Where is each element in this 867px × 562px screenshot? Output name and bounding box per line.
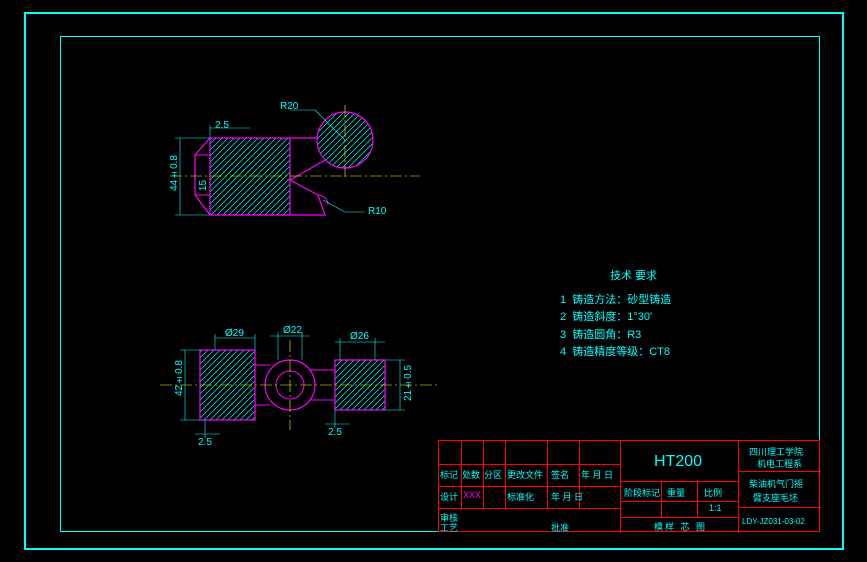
tb-part1: 柴油机气门摇: [749, 477, 803, 490]
top-view: [170, 100, 430, 250]
tech-heading: 技术 要求: [610, 268, 671, 286]
tb-nyr2: 年 月 日: [551, 490, 583, 503]
tech-item-3: 3 铸造圆角：R3: [560, 327, 671, 345]
tech-item-4: 4 铸造精度等级：CT8: [560, 344, 671, 362]
title-block: 标记 处数 分区 更改文件 签名 年 月 日 设计 XXX 标准化 年 月 日 …: [438, 440, 820, 532]
dim-2p5-br: 2.5: [328, 427, 342, 438]
dim-d29: Ø29: [225, 328, 244, 339]
tb-part2: 臂支座毛坯: [753, 491, 798, 504]
tb-designer: XXX: [463, 490, 481, 500]
tb-gengai: 更改文件: [507, 468, 543, 481]
tb-muyang: 模样 芯 图: [654, 520, 707, 533]
dim-d26: Ø26: [350, 331, 369, 342]
tb-qianming: 签名: [551, 468, 569, 481]
tb-dwgno: LDY-JZ031-03-02: [742, 517, 805, 526]
tb-material: HT200: [654, 453, 702, 471]
tb-jdbj: 阶段标记: [624, 486, 660, 499]
dim-r20: R20: [280, 101, 298, 112]
tb-sheji: 设计: [440, 490, 458, 503]
dim-21: 21±0.5: [403, 365, 414, 401]
dim-44: 44±0.8: [169, 155, 180, 191]
dim-42: 42±0.8: [174, 360, 185, 396]
dim-d22: Ø22: [283, 325, 302, 336]
tb-pizhun: 批准: [551, 521, 569, 534]
cad-canvas: R20 R10 2.5 44±0.8 15: [0, 0, 867, 562]
tech-item-2: 2 铸造斜度：1°30': [560, 309, 671, 327]
dim-r10: R10: [368, 206, 386, 217]
tb-gongyi: 工艺: [440, 521, 458, 534]
tb-fenqu: 分区: [484, 468, 502, 481]
tech-requirements: 技术 要求 1 铸造方法：砂型铸造 2 铸造斜度：1°30' 3 铸造圆角：R3…: [560, 268, 671, 362]
tb-bili: 比例: [704, 486, 722, 499]
dim-15: 15: [198, 180, 209, 191]
tb-scale: 1:1: [709, 503, 722, 513]
dim-2p5-top: 2.5: [215, 120, 229, 131]
tb-bzh: 标准化: [507, 490, 534, 503]
tb-biaoji: 标记: [440, 468, 458, 481]
dim-2p5-bl: 2.5: [198, 437, 212, 448]
tech-item-1: 1 铸造方法：砂型铸造: [560, 292, 671, 310]
tb-school2: 机电工程系: [757, 457, 802, 470]
tb-zl: 重量: [667, 486, 685, 499]
tb-nyr: 年 月 日: [581, 468, 613, 481]
tb-chushu: 处数: [462, 468, 480, 481]
